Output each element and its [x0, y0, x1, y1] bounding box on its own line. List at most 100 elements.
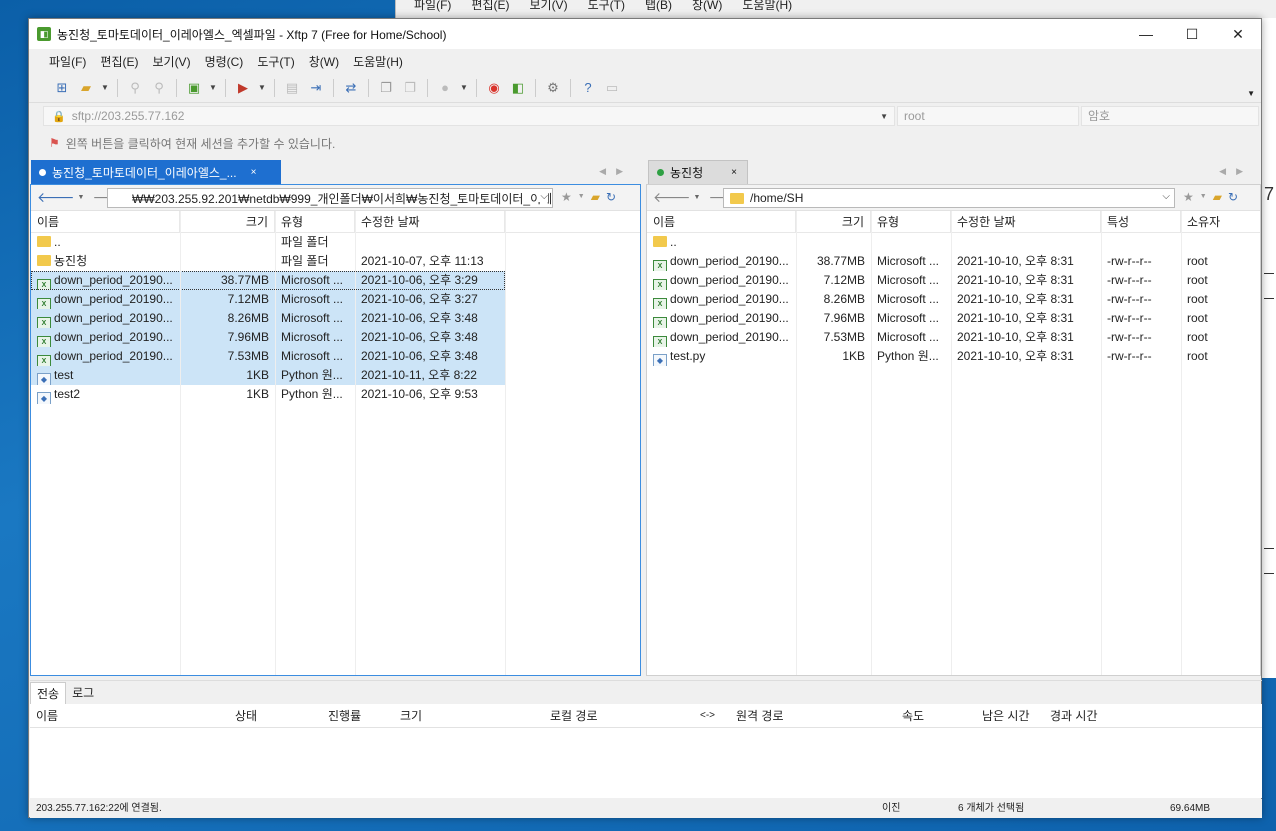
terminal-icon[interactable]: ▶: [232, 78, 254, 98]
column-type[interactable]: 유형: [871, 211, 951, 233]
help-icon[interactable]: ?: [577, 78, 599, 98]
column-type[interactable]: 유형: [275, 211, 355, 233]
table-row[interactable]: ◆ test 1KB Python 원... 2021-10-11, 오후 8:22: [31, 366, 505, 385]
transfer-col-local-path[interactable]: 로컬 경로: [550, 704, 598, 728]
bg-menu-item[interactable]: 편집(E): [471, 0, 509, 12]
chevron-down-icon[interactable]: ▼: [256, 78, 268, 98]
bg-menu-item[interactable]: 탭(B): [645, 0, 672, 12]
close-button[interactable]: ✕: [1215, 19, 1261, 49]
column-modified[interactable]: 수정한 날짜: [355, 211, 505, 233]
remote-path-input[interactable]: /home/SH ⌵: [723, 188, 1175, 208]
transfer-col-status[interactable]: 상태: [235, 704, 257, 728]
transfer-col-elapsed[interactable]: 경과 시간: [1050, 704, 1098, 728]
table-row[interactable]: Xdown_period_20190... 7.12MB Microsoft ...…: [31, 290, 505, 309]
bookmark-flag-icon[interactable]: ⚑: [49, 136, 60, 150]
transfer-col-progress[interactable]: 진행률: [328, 704, 361, 728]
new-session-icon[interactable]: ⊞: [51, 78, 73, 98]
minimize-button[interactable]: —: [1123, 19, 1169, 49]
chevron-down-icon[interactable]: ▼: [78, 194, 85, 201]
column-attributes[interactable]: 특성: [1101, 211, 1181, 233]
table-row[interactable]: ..: [647, 233, 1260, 252]
netsarang-icon[interactable]: ◉: [483, 78, 505, 98]
tab-close-icon[interactable]: ×: [731, 167, 737, 178]
table-row[interactable]: Xdown_period_20190... 38.77MB Microsoft ..…: [647, 252, 1260, 271]
local-path-input[interactable]: ₩₩203.255.92.201₩netdb₩999_개인폴더₩이서희₩농진청_…: [107, 188, 553, 208]
bg-menu-item[interactable]: 도움말(H): [742, 0, 792, 12]
gear-icon[interactable]: ⚙: [542, 78, 564, 98]
menu-window[interactable]: 창(W): [309, 53, 339, 70]
chevron-down-icon[interactable]: ▼: [578, 190, 585, 204]
record-icon[interactable]: ●: [434, 78, 456, 98]
refresh-icon[interactable]: ↻: [606, 190, 616, 204]
sync-icon[interactable]: ⇄: [340, 78, 362, 98]
column-modified[interactable]: 수정한 날짜: [951, 211, 1101, 233]
table-row[interactable]: ◆ test.py 1KB Python 원... 2021-10-10, 오후 8:3…: [647, 347, 1260, 366]
table-row[interactable]: Xdown_period_20190... 38.77MB Microsoft ..…: [31, 271, 505, 290]
menu-tools[interactable]: 도구(T): [257, 53, 294, 70]
column-name[interactable]: 이름: [647, 211, 796, 233]
menu-command[interactable]: 명령(C): [205, 53, 244, 70]
table-row[interactable]: Xdown_period_20190... 7.53MB Microsoft ...…: [647, 328, 1260, 347]
tab-log[interactable]: 로그: [66, 682, 100, 704]
bg-menu-item[interactable]: 창(W): [692, 0, 722, 12]
table-row[interactable]: Xdown_period_20190... 7.96MB Microsoft ...…: [647, 309, 1260, 328]
import-icon[interactable]: ⇥: [305, 78, 327, 98]
chevron-down-icon[interactable]: ▼: [99, 78, 111, 98]
transfer-col-remote-path[interactable]: 원격 경로: [736, 704, 784, 728]
column-size[interactable]: 크기: [180, 211, 275, 233]
column-owner[interactable]: 소유자: [1181, 211, 1260, 233]
chevron-down-icon[interactable]: ⌵: [538, 191, 548, 202]
tab-local-folder[interactable]: 농진청_토마토데이터_이레아엘스_... ×: [31, 160, 281, 184]
connect-icon[interactable]: ⚲: [124, 78, 146, 98]
table-row[interactable]: 농진청 파일 폴더 2021-10-07, 오후 11:13: [31, 252, 505, 271]
star-icon[interactable]: ★: [1183, 190, 1194, 204]
transfer-mode[interactable]: 이진: [882, 799, 900, 818]
tab-scroll-arrows-icon[interactable]: ◀▶: [1219, 166, 1253, 177]
transfer-col-remaining[interactable]: 남은 시간: [982, 704, 1030, 728]
bg-menu-item[interactable]: 보기(V): [529, 0, 567, 12]
xftp-icon[interactable]: ◧: [507, 78, 529, 98]
menu-file[interactable]: 파일(F): [49, 53, 86, 70]
table-row[interactable]: Xdown_period_20190... 8.26MB Microsoft ...…: [31, 309, 505, 328]
chevron-down-icon[interactable]: ▼: [694, 194, 701, 201]
table-row[interactable]: Xdown_period_20190... 7.12MB Microsoft ...…: [647, 271, 1260, 290]
title-bar[interactable]: ◧ 농진청_토마토데이터_이레아엘스_엑셀파일 - Xftp 7 (Free f…: [29, 19, 1261, 49]
maximize-button[interactable]: ☐: [1169, 19, 1215, 49]
table-row[interactable]: .. 파일 폴더: [31, 233, 505, 252]
star-icon[interactable]: ★: [561, 190, 572, 204]
tab-remote-session[interactable]: 농진청 ×: [648, 160, 748, 184]
parent-folder-icon[interactable]: ▰: [591, 190, 600, 204]
transfer-list[interactable]: [30, 728, 1262, 798]
chevron-down-icon[interactable]: ▼: [1200, 190, 1207, 204]
chevron-down-icon[interactable]: ▼: [207, 78, 219, 98]
chevron-down-icon[interactable]: ▼: [458, 78, 470, 98]
tab-transfer[interactable]: 전송: [30, 681, 67, 704]
chevron-down-icon[interactable]: ⌵: [1160, 191, 1170, 202]
host-address-input[interactable]: 🔒 sftp://203.255.77.162 ▼: [43, 106, 895, 126]
transfer-col-direction[interactable]: <->: [700, 704, 715, 728]
parent-folder-icon[interactable]: ▰: [1213, 190, 1222, 204]
disconnect-icon[interactable]: ⚲: [148, 78, 170, 98]
table-row[interactable]: Xdown_period_20190... 7.53MB Microsoft ...…: [31, 347, 505, 366]
table-row[interactable]: ◆ test2 1KB Python 원... 2021-10-06, 오후 9:53: [31, 385, 505, 404]
transfer-col-name[interactable]: 이름: [36, 704, 58, 728]
chevron-down-icon[interactable]: ▼: [880, 112, 888, 121]
menu-edit[interactable]: 편집(E): [100, 53, 138, 70]
tab-close-icon[interactable]: ×: [251, 167, 257, 178]
menu-help[interactable]: 도움말(H): [353, 53, 403, 70]
password-input[interactable]: 암호: [1081, 106, 1259, 126]
table-row[interactable]: Xdown_period_20190... 8.26MB Microsoft ...…: [647, 290, 1260, 309]
column-size[interactable]: 크기: [796, 211, 871, 233]
back-arrow-icon[interactable]: 🡐: [37, 189, 75, 206]
copy-icon[interactable]: ❐: [375, 78, 397, 98]
back-arrow-icon[interactable]: 🡐: [653, 189, 691, 206]
table-row[interactable]: Xdown_period_20190... 7.96MB Microsoft ...…: [31, 328, 505, 347]
properties-icon[interactable]: ▤: [281, 78, 303, 98]
bg-menu-item[interactable]: 파일(F): [414, 0, 451, 12]
transfer-col-size[interactable]: 크기: [400, 704, 422, 728]
open-folder-icon[interactable]: ▰: [75, 78, 97, 98]
new-tab-icon[interactable]: ▣: [183, 78, 205, 98]
paste-icon[interactable]: ❐: [399, 78, 421, 98]
tab-scroll-arrows-icon[interactable]: ◀▶: [599, 166, 633, 177]
chat-icon[interactable]: ▭: [601, 78, 623, 98]
